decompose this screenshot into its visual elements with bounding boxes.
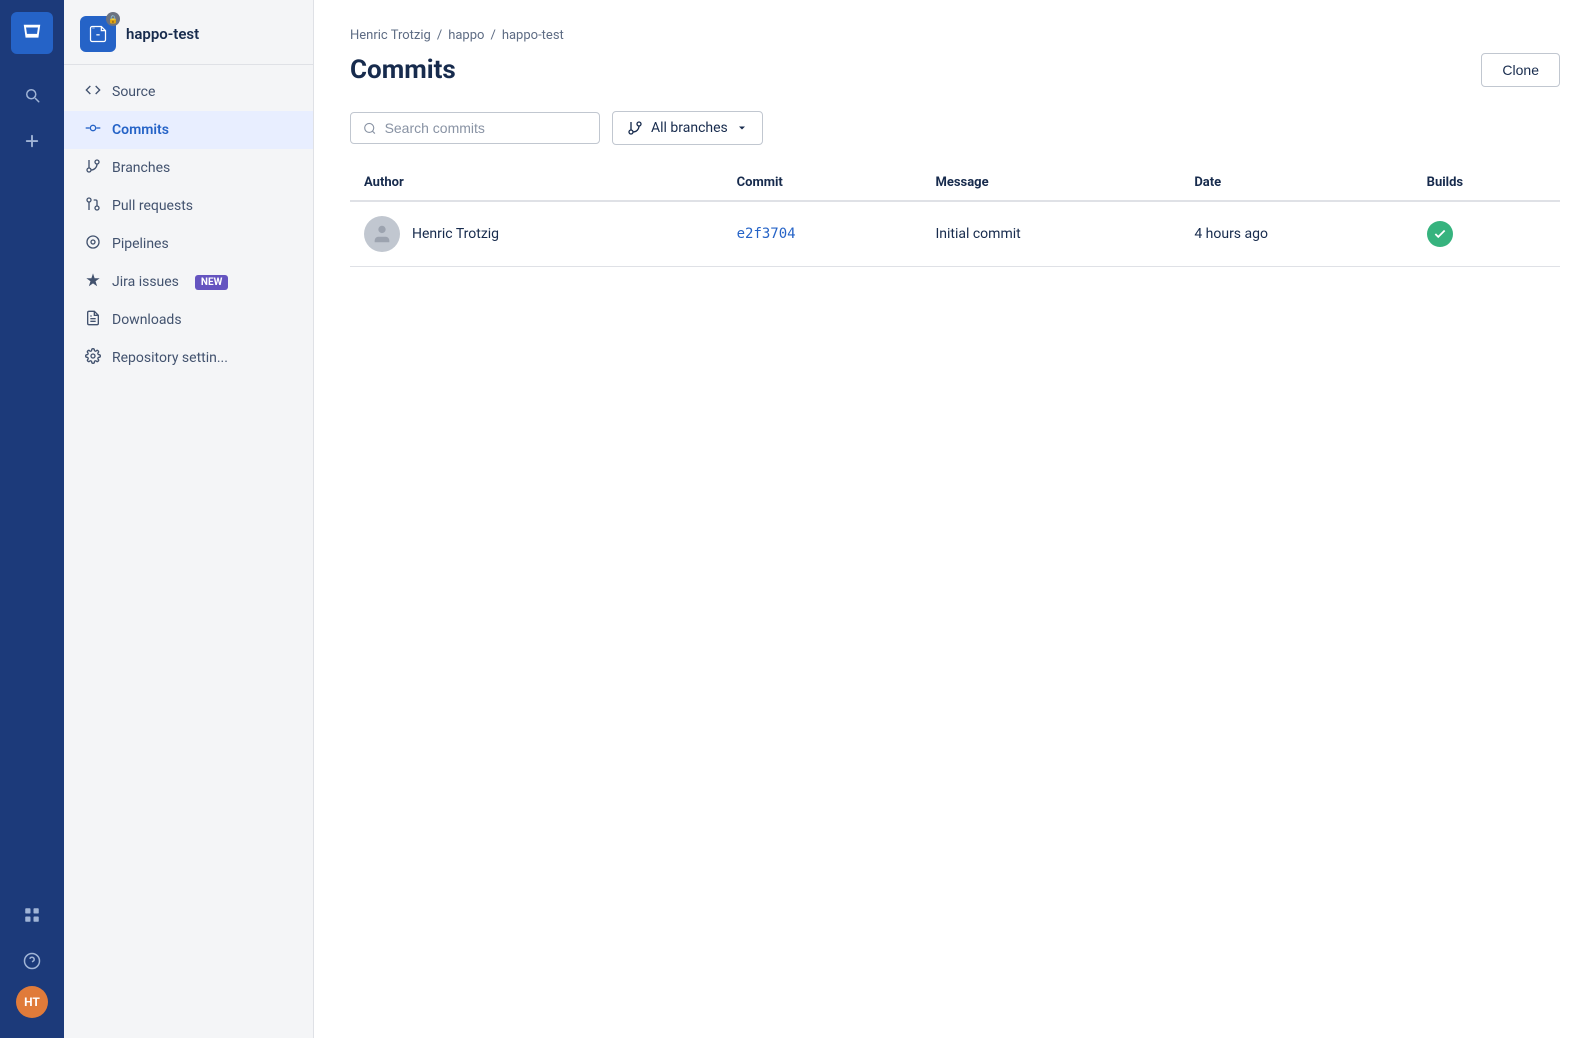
table-header: Author Commit Message Date Builds [350,165,1560,201]
source-icon [84,82,102,102]
breadcrumb-user[interactable]: Henric Trotzig [350,28,431,43]
sidebar-item-source[interactable]: Source [64,73,313,111]
create-icon[interactable] [11,120,53,162]
commit-message: Initial commit [921,201,1180,267]
commits-label: Commits [112,122,169,138]
breadcrumb-sep-1: / [437,28,442,43]
branch-icon [627,120,643,136]
search-input[interactable] [385,120,587,136]
lock-icon: 🔒 [106,12,120,26]
sidebar-item-commits[interactable]: Commits [64,111,313,149]
author-cell: Henric Trotzig [350,201,723,267]
branches-icon [84,158,102,178]
breadcrumb-sep-2: / [490,28,495,43]
commits-list: Henric Trotzig e2f3704 Initial commit 4 … [350,201,1560,267]
source-label: Source [112,84,155,100]
user-avatar[interactable]: HT [16,986,48,1018]
downloads-icon [84,310,102,330]
commits-icon [84,120,102,140]
repo-icon: 🔒 [80,16,116,52]
grid-icon[interactable] [11,894,53,936]
toolbar: All branches [350,111,1560,145]
repository-settings-label: Repository settin... [112,350,228,366]
pull-requests-label: Pull requests [112,198,193,214]
pipelines-label: Pipelines [112,236,169,252]
breadcrumb-group[interactable]: happo [448,28,484,43]
sidebar-item-repository-settings[interactable]: Repository settin... [64,339,313,377]
pull-requests-icon [84,196,102,216]
repo-header: 🔒 happo-test [64,0,313,65]
sidebar-item-downloads[interactable]: Downloads [64,301,313,339]
branch-label: All branches [651,120,728,136]
col-date: Date [1180,165,1412,201]
downloads-label: Downloads [112,312,182,328]
author-name: Henric Trotzig [412,226,499,242]
sidebar-item-pipelines[interactable]: Pipelines [64,225,313,263]
search-box [350,112,600,144]
pipelines-icon [84,234,102,254]
jira-issues-icon [84,272,102,292]
build-success-icon [1427,221,1453,247]
new-badge: NEW [195,275,228,290]
col-commit: Commit [723,165,922,201]
help-icon[interactable] [11,940,53,982]
sidebar: 🔒 happo-test Source Commits [64,0,314,1038]
sidebar-nav: Source Commits Branches [64,65,313,385]
settings-icon [84,348,102,368]
breadcrumb-repo[interactable]: happo-test [502,28,564,43]
bitbucket-logo[interactable] [11,12,53,54]
main-content: Henric Trotzig / happo / happo-test Comm… [314,0,1596,1038]
branch-dropdown[interactable]: All branches [612,111,763,145]
icon-rail: HT [0,0,64,1038]
commit-date: 4 hours ago [1180,201,1412,267]
chevron-down-icon [736,122,748,134]
page-title: Commits [350,55,456,85]
commits-table: Author Commit Message Date Builds Henric… [350,165,1560,267]
search-icon [363,121,377,136]
col-builds: Builds [1413,165,1560,201]
commit-link[interactable]: e2f3704 [737,226,796,242]
branches-label: Branches [112,160,170,176]
author-avatar [364,216,400,252]
col-message: Message [921,165,1180,201]
clone-button[interactable]: Clone [1481,53,1560,87]
page-header: Commits Clone [350,53,1560,87]
repo-name: happo-test [126,25,199,43]
build-status-cell [1413,201,1560,267]
jira-issues-label: Jira issues [112,274,179,290]
commit-hash-cell: e2f3704 [723,201,922,267]
col-author: Author [350,165,723,201]
breadcrumb: Henric Trotzig / happo / happo-test [350,28,1560,43]
sidebar-item-jira-issues[interactable]: Jira issues NEW [64,263,313,301]
sidebar-item-pull-requests[interactable]: Pull requests [64,187,313,225]
sidebar-item-branches[interactable]: Branches [64,149,313,187]
search-icon[interactable] [11,74,53,116]
table-row: Henric Trotzig e2f3704 Initial commit 4 … [350,201,1560,267]
